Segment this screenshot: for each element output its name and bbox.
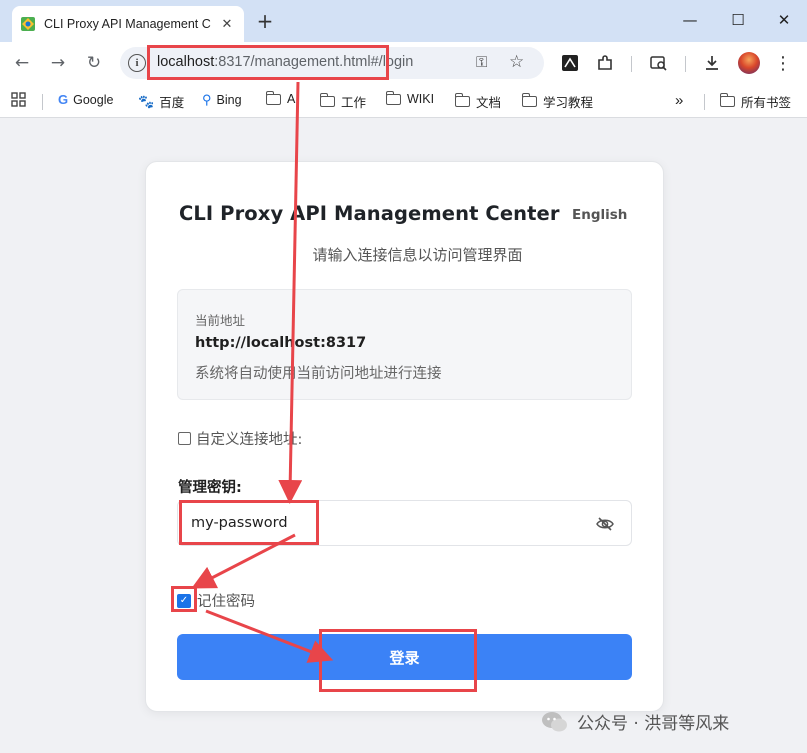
bookmarks-divider: [704, 94, 705, 110]
bookmark-google[interactable]: G Google: [58, 92, 113, 107]
browser-tab[interactable]: CLI Proxy API Management C ✕: [12, 6, 244, 42]
auto-connect-hint: 系统将自动使用当前访问地址进行连接: [195, 366, 442, 382]
forward-button[interactable]: →: [46, 51, 70, 75]
window-close-button[interactable]: ✕: [771, 8, 797, 32]
browser-tab-strip: CLI Proxy API Management C ✕ + — ☐ ✕: [0, 0, 807, 42]
extension-icon[interactable]: [558, 51, 582, 75]
puzzle-extensions-icon[interactable]: [593, 51, 617, 75]
bookmarks-overflow-button[interactable]: »: [675, 92, 683, 109]
folder-icon: [385, 90, 401, 105]
profile-avatar[interactable]: [738, 52, 760, 74]
google-icon: G: [58, 92, 69, 107]
search-icon: ⚲: [202, 92, 212, 107]
wechat-logo-icon: [542, 711, 567, 731]
bookmark-folder-learning[interactable]: 学习教程: [521, 92, 593, 111]
language-switch-button[interactable]: English: [572, 207, 627, 223]
browser-toolbar: ← → ↻ i localhost:8317/management.html#/…: [0, 42, 807, 84]
reading-search-icon[interactable]: [647, 51, 671, 75]
more-menu-icon[interactable]: ⋮: [771, 51, 795, 75]
reload-button[interactable]: ↻: [82, 51, 106, 75]
all-bookmarks-folder[interactable]: 所有书签: [719, 92, 791, 111]
watermark-text: 公众号 · 洪哥等风来: [577, 714, 730, 734]
bookmark-folder-wiki[interactable]: WIKI: [385, 90, 434, 106]
current-address-panel: 当前地址 http://localhost:8317 系统将自动使用当前访问地址…: [177, 289, 632, 400]
baidu-paw-icon: 🐾: [138, 93, 155, 109]
custom-address-label: 自定义连接地址:: [196, 432, 303, 448]
bookmark-baidu[interactable]: 🐾 百度: [138, 92, 184, 111]
tab-title: CLI Proxy API Management C: [44, 17, 211, 31]
bookmark-folder-docs[interactable]: 文档: [454, 92, 501, 111]
annotation-box-login: [319, 629, 477, 692]
current-address-label: 当前地址: [195, 313, 246, 328]
bookmarks-bar: G Google 🐾 百度 ⚲ Bing AI 工作 WIKI 文档 学习教程 …: [0, 84, 807, 118]
management-key-label: 管理密钥:: [178, 480, 242, 496]
maximize-button[interactable]: ☐: [725, 8, 751, 32]
remember-password-label: 记住密码: [197, 594, 255, 610]
bookmark-folder-ai[interactable]: AI: [265, 90, 299, 106]
annotation-box-password: [179, 500, 319, 545]
annotation-box-remember: [171, 586, 197, 612]
folder-icon: [319, 93, 335, 107]
bookmarks-divider: [42, 94, 43, 110]
toolbar-divider: [685, 56, 686, 72]
eye-off-icon[interactable]: [595, 514, 615, 534]
folder-icon: [719, 93, 735, 107]
apps-grid-icon[interactable]: [11, 92, 26, 107]
tab-close-icon[interactable]: ✕: [218, 15, 236, 33]
custom-address-checkbox[interactable]: [178, 432, 191, 445]
watermark: 公众号 · 洪哥等风来: [541, 709, 729, 734]
page-subtitle: 请输入连接信息以访问管理界面: [312, 246, 523, 264]
custom-address-toggle[interactable]: 自定义连接地址:: [178, 428, 302, 449]
bookmark-folder-work[interactable]: 工作: [319, 92, 366, 111]
current-address-value: http://localhost:8317: [195, 335, 367, 351]
app-favicon-icon: [21, 17, 35, 31]
site-info-icon[interactable]: i: [128, 54, 146, 72]
download-icon[interactable]: [700, 51, 724, 75]
new-tab-button[interactable]: +: [254, 9, 276, 33]
back-button[interactable]: ←: [10, 51, 34, 75]
folder-icon: [454, 93, 470, 107]
folder-icon: [265, 90, 281, 105]
annotation-box-url: [147, 45, 389, 80]
minimize-button[interactable]: —: [677, 8, 703, 32]
toolbar-divider: [631, 56, 632, 72]
folder-icon: [521, 93, 537, 107]
bookmark-bing[interactable]: ⚲ Bing: [202, 92, 242, 108]
bookmark-star-icon[interactable]: ☆: [509, 52, 524, 72]
page-title: CLI Proxy API Management Center: [179, 202, 560, 225]
password-key-icon[interactable]: ⚿: [476, 53, 487, 71]
